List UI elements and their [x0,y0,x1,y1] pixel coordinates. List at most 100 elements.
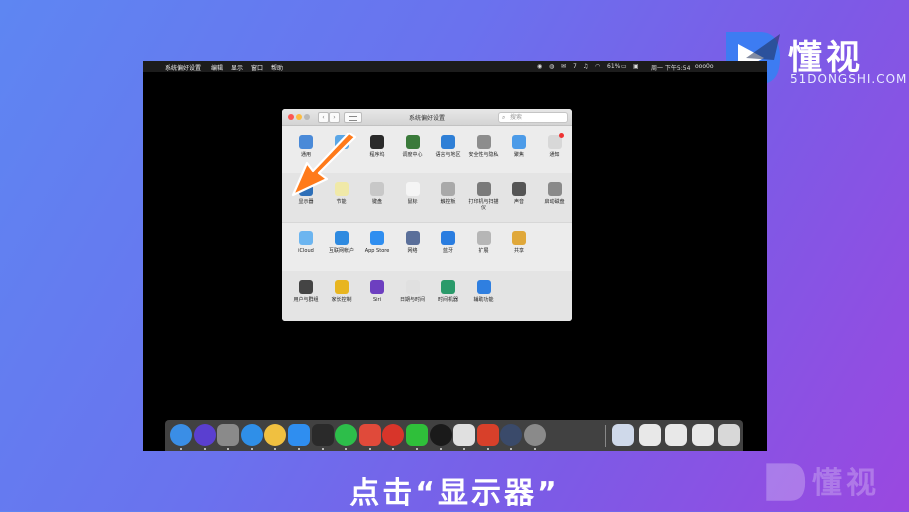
wps-presentation-icon[interactable] [476,424,499,446]
pen-app-icon[interactable] [311,424,334,446]
qq-icon[interactable] [429,424,452,446]
language-icon [441,135,455,149]
forward-button[interactable]: › [329,112,340,123]
pref-pane-keyboard[interactable]: 键盘 [360,173,394,222]
photos-icon[interactable] [264,424,287,446]
pref-pane-label: 键盘 [371,199,382,205]
battery-icon[interactable]: ▭ [621,63,627,70]
menu-app-name[interactable]: 系统偏好设置 [165,63,201,72]
menu-view[interactable]: 显示 [231,63,243,72]
pref-pane-dock[interactable]: 程序坞 [360,126,394,173]
pref-pane-trackpad[interactable]: 触控板 [431,173,465,222]
screenshot-thumb-1-icon[interactable] [638,424,661,446]
spotlight-icon [512,135,526,149]
pref-pane-extensions[interactable]: 扩展 [467,222,501,271]
netease-music-icon[interactable] [382,424,405,446]
pref-pane-bluetooth[interactable]: 蓝牙 [431,222,465,271]
pref-pane-startup-disk[interactable]: 启动磁盘 [538,173,572,222]
status-eye-icon[interactable]: ◍ [549,63,554,70]
pref-pane-mouse[interactable]: 鼠标 [396,173,430,222]
siri-icon [370,280,384,294]
network-icon [405,231,420,245]
mission-control-icon [405,135,420,149]
zoom-button[interactable] [304,114,310,120]
pref-pane-mission-control[interactable]: 调度中心 [396,126,430,173]
pref-pane-label: 打印机与扫描仪 [468,199,499,211]
siri-dock-icon[interactable] [193,424,216,446]
pref-pane-date-time[interactable]: 日期与时间 [396,271,430,321]
pref-pane-siri[interactable]: Siri [360,271,394,321]
search-input[interactable]: ⌕ 搜索 [498,112,568,123]
pref-pane-label: 鼠标 [407,199,418,205]
system-preferences-dock-icon[interactable] [524,424,546,446]
pref-pane-label: 共享 [513,248,524,254]
window-titlebar[interactable]: ‹ › 系统偏好设置 ⌕ 搜索 [282,109,572,126]
pref-pane-label: 程序坞 [369,152,385,158]
status-headphones-icon[interactable]: ♫ [583,63,588,70]
pref-pane-users[interactable]: 用户与群组 [289,271,323,321]
menu-edit[interactable]: 编辑 [211,63,223,72]
pref-pane-security[interactable]: 安全性与隐私 [467,126,501,173]
dock-running-indicator [510,448,513,450]
dock-running-indicator [486,448,489,450]
document-icon[interactable] [612,424,634,446]
trash-icon[interactable] [718,424,740,446]
user-name[interactable]: ooo0o [695,63,714,70]
pref-pane-label: 聚焦 [513,152,524,158]
menu-window[interactable]: 窗口 [251,63,263,72]
pref-pane-label: 声音 [513,199,524,205]
back-button[interactable]: ‹ [318,112,329,123]
input-source-icon[interactable]: ▣ [633,63,639,70]
pref-pane-parental-controls[interactable]: 家长控制 [325,271,359,321]
pref-pane-label: 通知 [549,152,560,158]
close-button[interactable] [288,114,294,120]
safari-icon[interactable] [240,424,263,446]
screenshot-thumb-2-icon[interactable] [665,424,687,446]
iqiyi-icon[interactable] [406,424,428,446]
search-icon: ⌕ [502,114,506,121]
pref-pane-sharing[interactable]: 共享 [502,222,536,271]
pref-pane-notifications[interactable]: 通知 [538,126,572,173]
pref-pane-time-machine[interactable]: 时间机器 [431,271,465,321]
menu-help[interactable]: 帮助 [271,63,283,72]
pref-pane-network[interactable]: 网络 [396,222,430,271]
app-store-dock-icon[interactable] [288,424,310,446]
pref-pane-language[interactable]: 语言与地区 [431,126,465,173]
time-machine-icon [441,280,455,294]
pref-pane-icloud[interactable]: iCloud [289,222,323,271]
pref-pane-app-store[interactable]: App Store [360,222,394,271]
pref-pane-internet-accounts[interactable]: 互联网帐户 [325,222,359,271]
dock [165,420,743,451]
wps-icon[interactable] [453,424,476,446]
launchpad-icon[interactable] [217,424,240,446]
wechat-icon[interactable] [335,424,358,446]
finder-icon[interactable] [170,424,192,446]
dock-running-indicator [321,448,324,450]
dock-running-indicator [534,448,536,450]
pref-pane-spotlight[interactable]: 聚焦 [502,126,536,173]
pref-pane-printer[interactable]: 打印机与扫描仪 [467,173,501,222]
show-all-button[interactable] [344,112,362,123]
dock-running-indicator [439,448,442,450]
internet-accounts-icon [334,231,349,245]
minimize-button[interactable] [296,114,302,120]
pref-pane-label: 启动磁盘 [544,199,565,205]
pref-pane-accessibility[interactable]: 辅助功能 [467,271,501,321]
pref-pane-label: iCloud [298,248,314,254]
notifications-icon [547,133,564,149]
pref-pane-label: 家长控制 [331,297,352,303]
clock[interactable]: 周一 下午5:54 [651,63,690,72]
pref-pane-label: 蓝牙 [442,248,453,254]
status-wechat-icon[interactable]: ✉ [561,63,566,70]
pref-pane-sound[interactable]: 声音 [502,173,536,222]
pref-pane-label: Siri [372,297,381,303]
media-app-icon[interactable] [358,424,381,446]
screenshot-thumb-3-icon[interactable] [691,424,714,446]
pref-pane-label: App Store [364,248,390,254]
sharing-icon [512,231,526,245]
tutorial-arrow-icon [291,133,357,197]
status-record-icon[interactable]: ◉ [537,63,542,70]
browser-icon[interactable] [500,424,523,446]
wifi-icon[interactable]: ◠ [595,63,600,70]
pref-pane-label: 触控板 [440,199,456,205]
